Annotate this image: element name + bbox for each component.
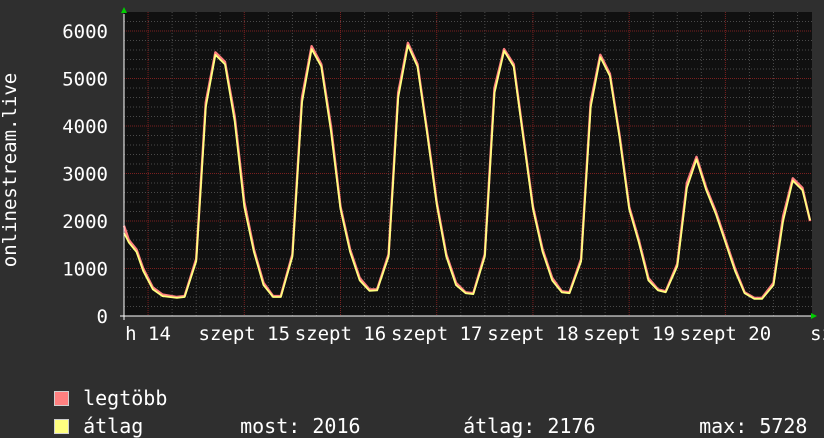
stat-max: max: 5728 xyxy=(675,390,807,438)
x-axis-ticks: h 14 szept 15 szept 16 szept 17 szept 18 szep… xyxy=(125,323,824,345)
x-tick-label: szept 16 xyxy=(295,323,387,345)
x-tick-label: h 14 xyxy=(125,323,171,345)
plot-area xyxy=(124,12,812,316)
stat-max-value: 5728 xyxy=(759,414,808,438)
y-axis-arrow xyxy=(121,7,127,13)
stat-max-label: max: xyxy=(699,414,748,438)
y-axis-title: onlinestream.live xyxy=(0,72,21,268)
x-axis-arrow xyxy=(811,313,817,319)
y-tick-label: 4000 xyxy=(62,116,108,138)
legend-item-atlag: átlag xyxy=(30,390,143,438)
stat-atlag-label: átlag: xyxy=(463,414,536,438)
y-tick-label: 1000 xyxy=(62,259,108,281)
line-chart: h 14 szept 15 szept 16 szept 17 szept 18 szep… xyxy=(62,7,824,345)
x-tick-label: szept 17 xyxy=(391,323,483,345)
legend-swatch-atlag xyxy=(54,419,70,434)
y-tick-label: 5000 xyxy=(62,69,108,91)
stat-most-value: 2016 xyxy=(312,414,361,438)
y-tick-label: 3000 xyxy=(62,164,108,186)
x-tick-label: szept 18 xyxy=(487,323,579,345)
stat-most-label: most: xyxy=(240,414,301,438)
stat-most: most: 2016 xyxy=(216,390,361,438)
y-tick-label: 0 xyxy=(97,306,108,328)
x-tick-label: szept 20 xyxy=(680,323,772,345)
x-tick-label: szept 15 xyxy=(199,323,291,345)
x-tick-label: szept 19 xyxy=(583,323,675,345)
x-tick-label: sz xyxy=(810,323,824,345)
stat-atlag-value: 2176 xyxy=(547,414,596,438)
y-tick-label: 2000 xyxy=(62,211,108,233)
y-tick-label: 6000 xyxy=(62,21,108,43)
legend-label-atlag: átlag xyxy=(83,414,144,438)
stat-atlag: átlag: 2176 xyxy=(439,390,596,438)
y-axis-ticks: 0 1000 2000 3000 4000 5000 6000 xyxy=(62,21,108,328)
